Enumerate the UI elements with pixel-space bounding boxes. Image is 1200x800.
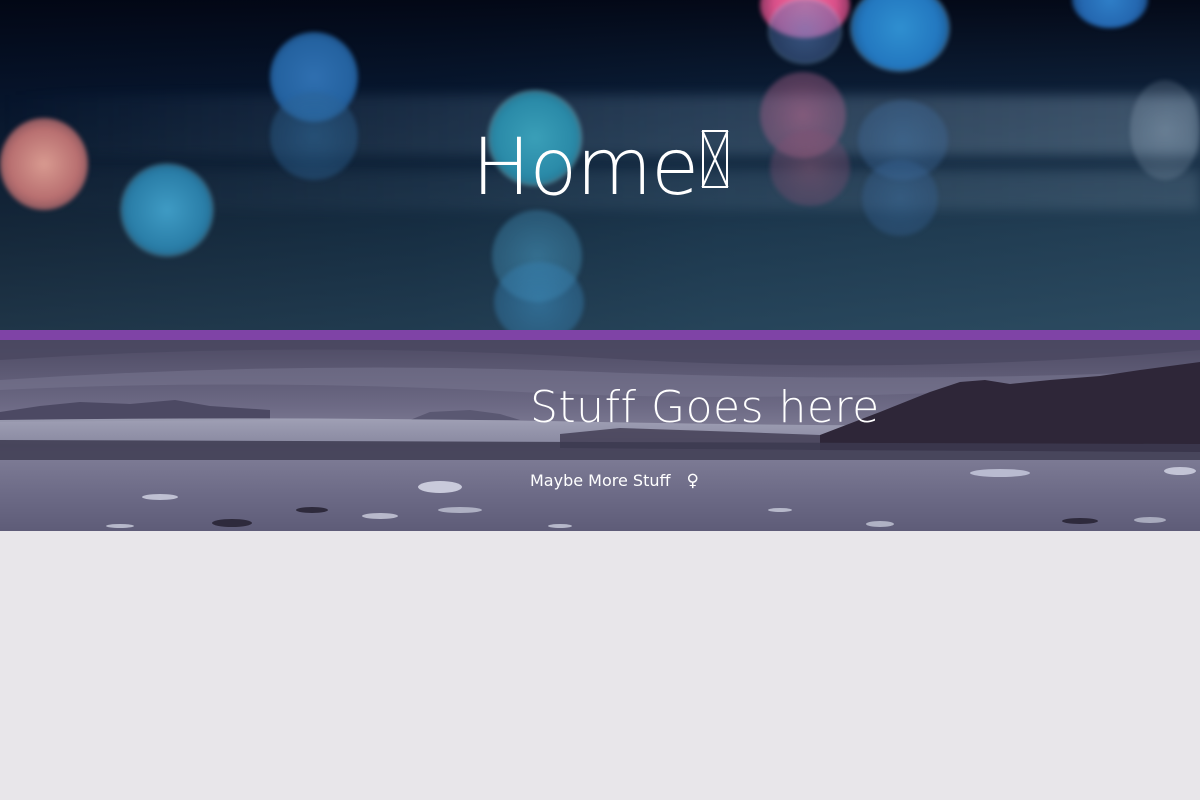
missing-glyph-icon bbox=[702, 130, 729, 188]
bokeh-light bbox=[1072, 0, 1148, 28]
page-title-text: Home bbox=[471, 123, 699, 213]
accent-divider bbox=[0, 330, 1200, 340]
banner-subtitle-text: Maybe More Stuff bbox=[530, 471, 671, 490]
page-title: Home bbox=[0, 118, 1200, 218]
hero-section: Home bbox=[0, 0, 1200, 330]
bokeh-light bbox=[770, 0, 840, 62]
bokeh-light bbox=[852, 0, 948, 70]
female-sign-icon: ♀ bbox=[686, 471, 699, 491]
banner-subtitle: Maybe More Stuff ♀ bbox=[530, 470, 699, 492]
landscape-banner: Stuff Goes here Maybe More Stuff ♀ bbox=[0, 340, 1200, 531]
banner-title: Stuff Goes here bbox=[530, 382, 880, 433]
main-content bbox=[0, 531, 1200, 800]
